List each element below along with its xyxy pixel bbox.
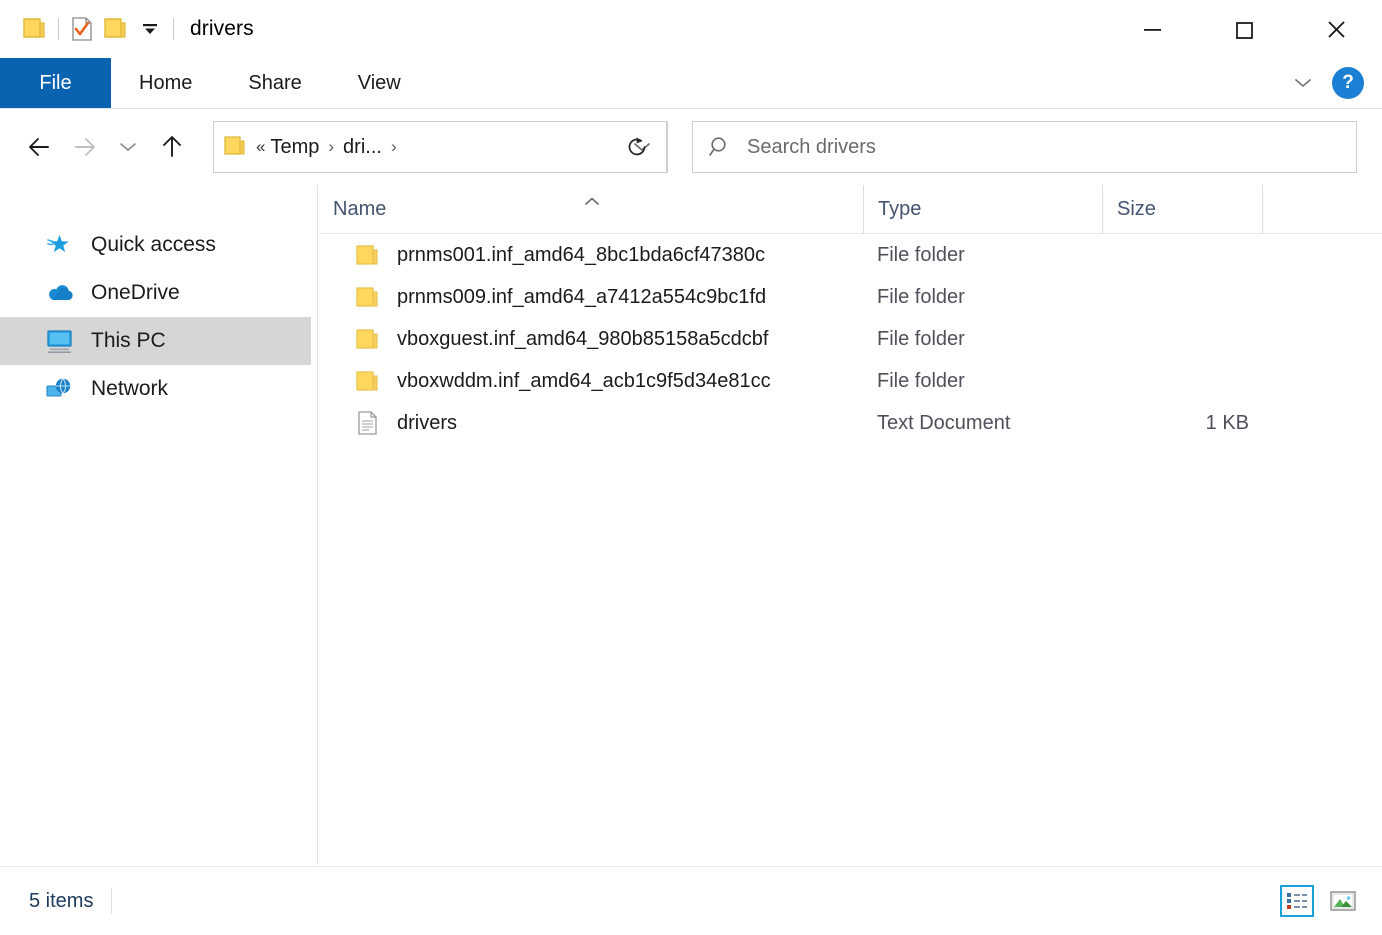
- toolbar-separator-2: [173, 18, 174, 40]
- file-size-cell: 1 KB: [1205, 411, 1249, 434]
- file-type-cell: File folder: [877, 327, 965, 350]
- tab-view[interactable]: View: [330, 58, 429, 108]
- table-row[interactable]: prnms001.inf_amd64_8bc1bda6cf47380c File…: [319, 234, 1382, 276]
- sidebar-item-network[interactable]: Network: [0, 365, 317, 413]
- tab-home[interactable]: Home: [111, 58, 220, 108]
- window-controls: [1106, 0, 1382, 58]
- ribbon-right-controls: ?: [1288, 58, 1374, 108]
- tab-home-label: Home: [139, 71, 193, 94]
- forward-button[interactable]: [62, 125, 106, 169]
- sort-ascending-icon: [584, 189, 600, 205]
- file-name-cell[interactable]: prnms009.inf_amd64_a7412a554c9bc1fd: [319, 285, 863, 309]
- file-name-label: prnms001.inf_amd64_8bc1bda6cf47380c: [397, 243, 766, 266]
- address-bar[interactable]: « Temp › dri... ›: [213, 121, 668, 173]
- text-document-icon: [355, 410, 385, 436]
- main-content-area: Quick access OneDrive This PC Network Na…: [0, 185, 1382, 865]
- file-name-label: drivers: [397, 411, 458, 434]
- quick-access-toolbar: drivers: [0, 0, 254, 58]
- folder-icon: [355, 369, 385, 393]
- refresh-button[interactable]: [606, 121, 668, 173]
- folder-icon: [355, 327, 385, 351]
- file-type-cell: Text Document: [877, 411, 1011, 434]
- ribbon-tab-bar: File Home Share View ?: [0, 58, 1382, 109]
- toolbar-separator: [58, 18, 59, 40]
- file-rows: prnms001.inf_amd64_8bc1bda6cf47380c File…: [319, 234, 1382, 444]
- navigation-pane: Quick access OneDrive This PC Network: [0, 185, 318, 865]
- breadcrumb-separator-2[interactable]: ›: [384, 137, 404, 157]
- minimize-button[interactable]: [1106, 0, 1198, 58]
- column-header-name-label: Name: [333, 197, 387, 220]
- search-input[interactable]: Search drivers: [747, 136, 876, 159]
- breadcrumb-separator-1[interactable]: ›: [321, 137, 341, 157]
- address-folder-icon: [224, 136, 248, 158]
- status-separator: [111, 888, 113, 914]
- table-row[interactable]: vboxwddm.inf_amd64_acb1c9f5d34e81cc File…: [319, 360, 1382, 402]
- file-name-cell[interactable]: prnms001.inf_amd64_8bc1bda6cf47380c: [319, 243, 863, 267]
- breadcrumb: « Temp › dri... ›: [256, 136, 620, 159]
- file-list-pane: Name Type Size prnms001.inf_amd64_8bc1bd…: [319, 185, 1382, 865]
- breadcrumb-overflow-icon[interactable]: «: [256, 137, 268, 157]
- table-row[interactable]: vboxguest.inf_amd64_980b85158a5cdcbf Fil…: [319, 318, 1382, 360]
- sidebar-item-onedrive[interactable]: OneDrive: [0, 269, 317, 317]
- column-header-size-label: Size: [1117, 197, 1156, 220]
- search-icon: [693, 134, 747, 160]
- view-mode-buttons: [1280, 885, 1360, 917]
- item-count-label: 5 items: [29, 889, 94, 912]
- file-name-cell[interactable]: vboxguest.inf_amd64_980b85158a5cdcbf: [319, 327, 863, 351]
- file-name-label: vboxwddm.inf_amd64_acb1c9f5d34e81cc: [397, 369, 771, 392]
- file-name-label: vboxguest.inf_amd64_980b85158a5cdcbf: [397, 327, 769, 350]
- table-row[interactable]: prnms009.inf_amd64_a7412a554c9bc1fd File…: [319, 276, 1382, 318]
- breadcrumb-item-drivers[interactable]: dri...: [343, 136, 382, 159]
- folder-icon: [355, 243, 385, 267]
- properties-icon[interactable]: [65, 12, 99, 46]
- up-button[interactable]: [150, 125, 194, 169]
- folder-icon[interactable]: [18, 12, 52, 46]
- new-folder-icon[interactable]: [99, 12, 133, 46]
- file-type-cell: File folder: [877, 369, 965, 392]
- chevron-down-icon[interactable]: [1288, 68, 1318, 98]
- customize-dropdown-icon[interactable]: [133, 12, 167, 46]
- status-bar: 5 items: [0, 866, 1382, 935]
- column-header-end-divider: [1262, 185, 1263, 233]
- sidebar-item-label: This PC: [91, 329, 166, 352]
- search-box[interactable]: Search drivers: [692, 121, 1357, 173]
- tab-view-label: View: [357, 71, 401, 94]
- recent-locations-icon[interactable]: [106, 125, 150, 169]
- file-type-cell: File folder: [877, 285, 965, 308]
- sidebar-item-this-pc[interactable]: This PC: [0, 317, 311, 365]
- sidebar-item-quick-access[interactable]: Quick access: [0, 221, 317, 269]
- monitor-icon: [45, 328, 79, 354]
- folder-icon: [355, 285, 385, 309]
- column-header-type-label: Type: [878, 197, 922, 220]
- column-header-size[interactable]: Size: [1102, 185, 1262, 233]
- tab-file-label: File: [39, 71, 72, 94]
- window-title: drivers: [190, 17, 254, 40]
- network-icon: [45, 376, 79, 402]
- file-name-label: prnms009.inf_amd64_a7412a554c9bc1fd: [397, 285, 767, 308]
- file-name-cell[interactable]: drivers: [319, 410, 863, 436]
- details-view-button[interactable]: [1280, 885, 1314, 917]
- sidebar-item-label: Network: [91, 377, 169, 400]
- tab-file[interactable]: File: [0, 58, 111, 108]
- help-label: ?: [1342, 72, 1354, 93]
- sidebar-item-label: OneDrive: [91, 281, 180, 304]
- tab-share-label: Share: [248, 71, 302, 94]
- help-icon[interactable]: ?: [1332, 67, 1364, 99]
- cloud-icon: [45, 281, 79, 305]
- star-icon: [45, 231, 79, 259]
- large-icons-view-button[interactable]: [1326, 885, 1360, 917]
- title-bar: drivers: [0, 0, 1382, 58]
- column-header-name[interactable]: Name: [319, 185, 863, 233]
- close-button[interactable]: [1290, 0, 1382, 58]
- breadcrumb-item-temp[interactable]: Temp: [270, 136, 319, 159]
- table-row[interactable]: drivers Text Document 1 KB: [319, 402, 1382, 444]
- file-name-cell[interactable]: vboxwddm.inf_amd64_acb1c9f5d34e81cc: [319, 369, 863, 393]
- column-header-row: Name Type Size: [319, 185, 1382, 234]
- tab-share[interactable]: Share: [220, 58, 329, 108]
- maximize-button[interactable]: [1198, 0, 1290, 58]
- column-header-type[interactable]: Type: [863, 185, 1102, 233]
- file-type-cell: File folder: [877, 243, 965, 266]
- sidebar-item-label: Quick access: [91, 233, 216, 256]
- back-button[interactable]: [18, 125, 62, 169]
